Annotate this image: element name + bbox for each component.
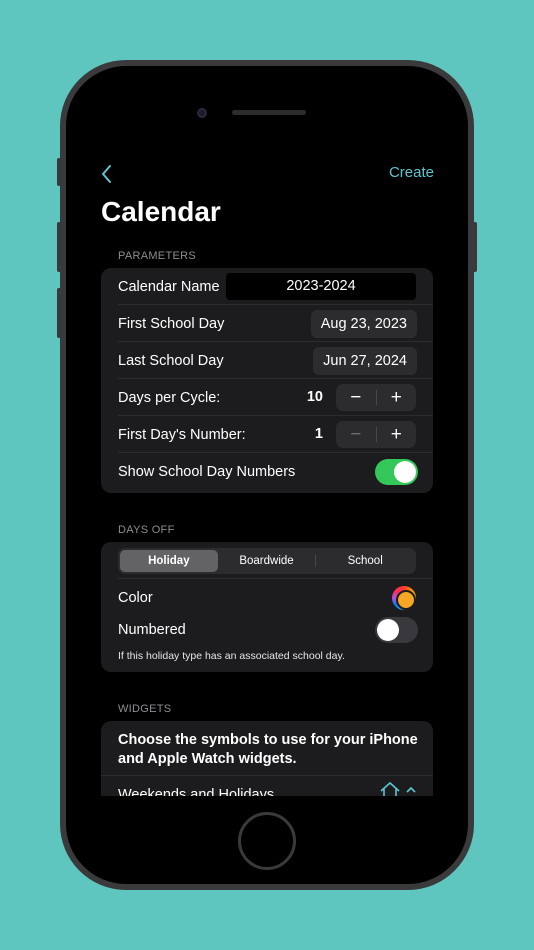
days-per-cycle-row: Days per Cycle: 10 − + bbox=[101, 379, 433, 416]
days-per-cycle-value: 10 bbox=[306, 389, 323, 405]
chevron-up-icon[interactable] bbox=[405, 785, 417, 795]
days-per-cycle-label: Days per Cycle: bbox=[118, 389, 221, 406]
first-day-number-label: First Day's Number: bbox=[118, 426, 246, 443]
color-picker-well[interactable] bbox=[392, 586, 416, 610]
days-off-card: Holiday Boardwide School Color Numbered … bbox=[101, 542, 433, 672]
last-school-day-picker[interactable]: Jun 27, 2024 bbox=[313, 347, 417, 375]
parameters-section-label: PARAMETERS bbox=[118, 250, 196, 262]
widgets-card: Choose the symbols to use for your iPhon… bbox=[101, 721, 433, 796]
mute-switch bbox=[57, 158, 62, 186]
segment-holiday[interactable]: Holiday bbox=[120, 550, 218, 572]
show-numbers-row: Show School Day Numbers bbox=[101, 453, 433, 490]
color-label: Color bbox=[118, 590, 153, 606]
volume-down-button bbox=[57, 288, 62, 338]
toggle-knob bbox=[394, 461, 416, 483]
first-day-number-value: 1 bbox=[314, 426, 323, 442]
holiday-type-segmented-control[interactable]: Holiday Boardwide School bbox=[118, 548, 416, 574]
weekends-holidays-label: Weekends and Holidays bbox=[118, 787, 275, 796]
increment-button[interactable]: + bbox=[377, 421, 417, 448]
widgets-description: Choose the symbols to use for your iPhon… bbox=[118, 732, 418, 767]
create-button[interactable]: Create bbox=[389, 164, 434, 181]
volume-up-button bbox=[57, 222, 62, 272]
calendar-name-label: Calendar Name bbox=[118, 278, 220, 295]
color-row: Color bbox=[101, 582, 433, 614]
numbered-footnote: If this holiday type has an associated s… bbox=[118, 650, 345, 662]
house-icon[interactable] bbox=[379, 781, 401, 796]
toggle-knob bbox=[377, 619, 399, 641]
front-camera bbox=[197, 108, 207, 118]
days-off-section-label: DAYS OFF bbox=[118, 524, 175, 536]
show-numbers-toggle[interactable] bbox=[375, 459, 418, 485]
first-school-day-label: First School Day bbox=[118, 315, 225, 332]
holiday-type-row: Holiday Boardwide School bbox=[101, 542, 433, 579]
calendar-name-field[interactable]: 2023-2024 bbox=[226, 273, 416, 300]
decrement-button[interactable]: − bbox=[336, 384, 376, 411]
segment-boardwide[interactable]: Boardwide bbox=[218, 550, 316, 572]
decrement-button-disabled[interactable]: − bbox=[336, 421, 376, 448]
first-school-day-picker[interactable]: Aug 23, 2023 bbox=[310, 310, 417, 338]
numbered-row: Numbered bbox=[101, 614, 433, 646]
days-per-cycle-stepper[interactable]: − + bbox=[336, 384, 416, 411]
increment-button[interactable]: + bbox=[377, 384, 417, 411]
back-chevron-icon[interactable] bbox=[100, 164, 114, 184]
last-school-day-row: Last School Day Jun 27, 2024 bbox=[101, 342, 433, 379]
widgets-section-label: WIDGETS bbox=[118, 703, 172, 715]
show-numbers-label: Show School Day Numbers bbox=[118, 463, 296, 480]
page-title: Calendar bbox=[101, 196, 221, 227]
first-day-number-stepper[interactable]: − + bbox=[336, 421, 416, 448]
app-screen: Create Calendar PARAMETERS Calendar Name… bbox=[86, 154, 448, 796]
power-button bbox=[472, 222, 477, 272]
first-school-day-row: First School Day Aug 23, 2023 bbox=[101, 305, 433, 342]
row-divider bbox=[101, 775, 433, 776]
home-button[interactable] bbox=[238, 812, 296, 870]
first-day-number-row: First Day's Number: 1 − + bbox=[101, 416, 433, 453]
earpiece-speaker bbox=[232, 110, 306, 115]
last-school-day-label: Last School Day bbox=[118, 352, 224, 369]
numbered-toggle[interactable] bbox=[375, 617, 418, 643]
segment-school[interactable]: School bbox=[316, 550, 414, 572]
calendar-name-row: Calendar Name 2023-2024 bbox=[101, 268, 433, 305]
parameters-card: Calendar Name 2023-2024 First School Day… bbox=[101, 268, 433, 493]
numbered-label: Numbered bbox=[118, 622, 186, 638]
